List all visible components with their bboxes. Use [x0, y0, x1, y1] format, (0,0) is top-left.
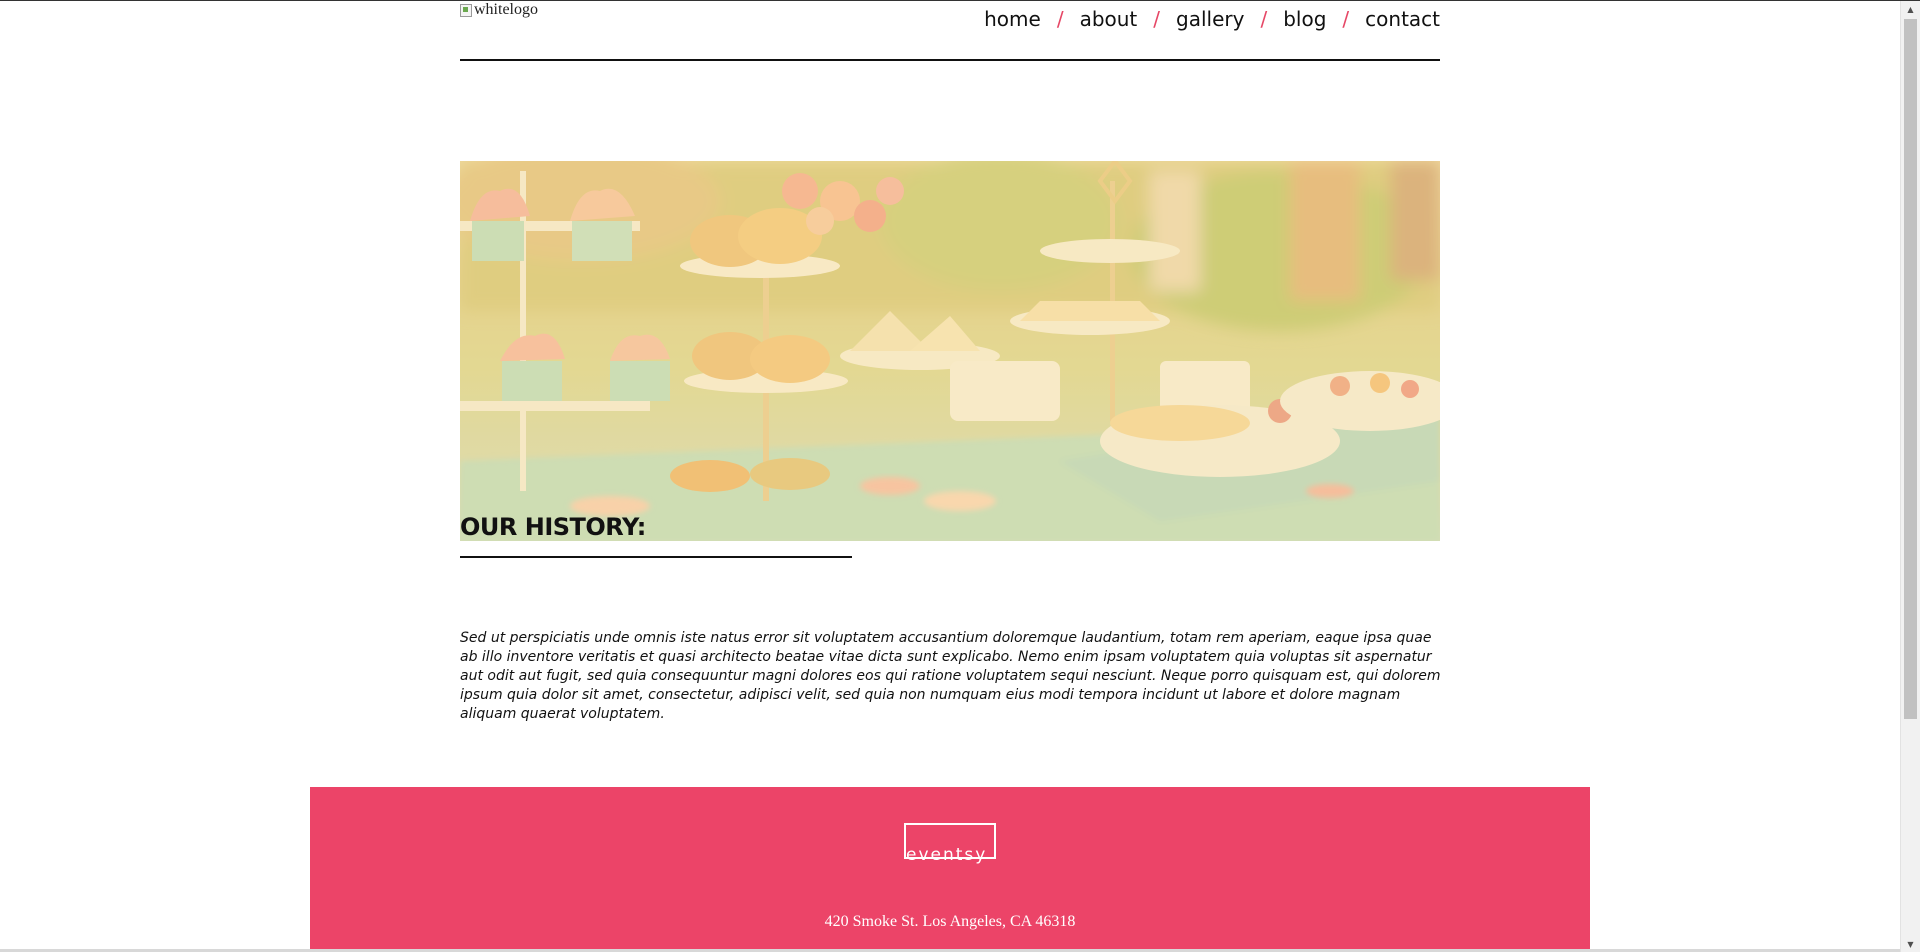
scroll-up-arrow-icon[interactable]: ▲	[1901, 1, 1920, 18]
scroll-down-arrow-icon[interactable]: ▼	[1901, 936, 1920, 952]
scrollbar-thumb[interactable]	[1904, 19, 1917, 719]
vertical-scrollbar[interactable]: ▲ ▼	[1900, 1, 1920, 952]
viewport: whitelogo home / about / gallery / blog …	[0, 1, 1900, 952]
nav-about[interactable]: about	[1080, 7, 1138, 31]
main-nav: home / about / gallery / blog / contact	[984, 7, 1440, 31]
history-heading: OUR HISTORY:	[460, 513, 646, 541]
history-paragraph: Sed ut perspiciatis unde omnis iste natu…	[460, 630, 1441, 722]
heading-underline	[460, 556, 852, 558]
broken-image-icon	[460, 3, 472, 17]
footer-address: 420 Smoke St. Los Angeles, CA 46318	[824, 913, 1076, 930]
page: whitelogo home / about / gallery / blog …	[0, 0, 1920, 952]
nav-home[interactable]: home	[984, 7, 1041, 31]
hero-image: OUR HISTORY:	[460, 161, 1440, 541]
nav-blog[interactable]: blog	[1283, 7, 1326, 31]
site-logo[interactable]: whitelogo	[460, 1, 538, 19]
nav-contact[interactable]: contact	[1365, 7, 1440, 31]
nav-gallery[interactable]: gallery	[1176, 7, 1244, 31]
site-header: whitelogo home / about / gallery / blog …	[460, 1, 1440, 61]
site-footer: eventsy 420 Smoke St. Los Angeles, CA 46…	[310, 787, 1590, 952]
nav-separator: /	[1153, 7, 1161, 31]
nav-separator: /	[1342, 7, 1350, 31]
nav-separator: /	[1260, 7, 1268, 31]
footer-logo[interactable]: eventsy	[904, 823, 996, 864]
hero-tint-overlay	[460, 161, 1440, 541]
logo-alt-text: whitelogo	[474, 1, 538, 18]
nav-separator: /	[1056, 7, 1064, 31]
